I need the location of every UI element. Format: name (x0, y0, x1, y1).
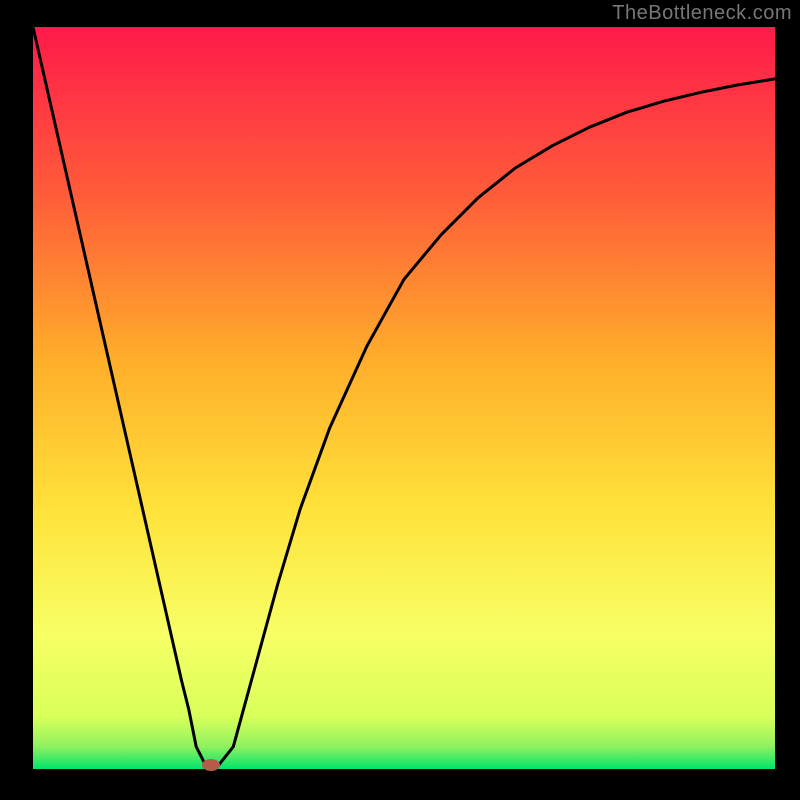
plot-svg (33, 27, 775, 769)
min-marker (202, 759, 220, 771)
gradient-background (33, 27, 775, 769)
chart-frame: TheBottleneck.com (0, 0, 800, 800)
watermark-label: TheBottleneck.com (612, 2, 792, 25)
plot-area (33, 27, 775, 769)
